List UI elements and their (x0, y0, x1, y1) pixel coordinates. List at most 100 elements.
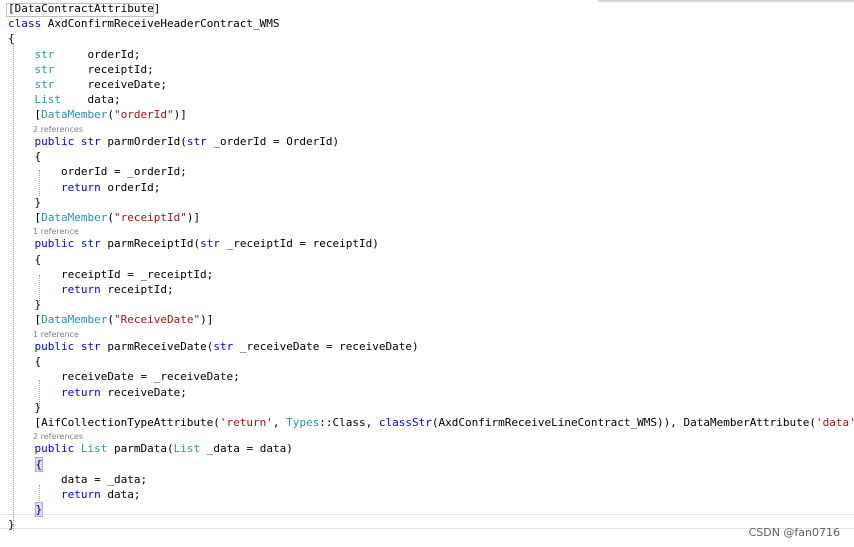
code-token: receiptId; (54, 62, 154, 76)
code-line: } (8, 400, 41, 415)
code-line: [DataMember("orderId")] (8, 107, 187, 122)
matched-brace: } (34, 502, 44, 518)
current-line-highlight (0, 514, 854, 529)
code-token: "receiptId" (113, 210, 187, 224)
code-line: receiveDate = _receiveDate; (8, 369, 240, 384)
code-line: [AifCollectionTypeAttribute('return', Ty… (8, 415, 854, 430)
top-scroll-indicator (598, 0, 854, 2)
code-token: parmReceiveDate( (100, 339, 214, 353)
code-line: class AxdConfirmReceiveHeaderContract_WM… (8, 16, 280, 31)
code-line: { (8, 31, 15, 46)
code-token: str (80, 134, 101, 148)
code-lens-text[interactable]: 2 references (33, 432, 83, 441)
code-token: )] (173, 108, 187, 122)
code-token: { (8, 150, 42, 164)
code-line: return receiptId; (8, 282, 174, 297)
code-token: str (200, 237, 220, 251)
code-token: { (8, 355, 42, 369)
code-token: AxdConfirmReceiveHeaderContract_WMS (41, 17, 280, 31)
code-token: Types (286, 415, 320, 429)
code-line: return data; (8, 487, 141, 502)
code-token: , (272, 415, 287, 429)
code-token: public (34, 339, 75, 353)
code-token: List (80, 442, 108, 456)
code-lens-text[interactable]: 1 reference (33, 227, 79, 236)
code-editor[interactable]: [DataContractAttribute] class AxdConfirmR… (0, 0, 854, 547)
matched-brace: { (34, 456, 44, 472)
code-token: receiveDate; (54, 78, 167, 91)
code-token: public (34, 237, 75, 251)
code-line: str receiptId; (8, 62, 154, 77)
code-token: str (34, 62, 55, 76)
code-token: public (34, 442, 75, 456)
code-token: return (60, 488, 101, 501)
code-token: receiptId; (100, 283, 174, 296)
code-token: str (34, 78, 55, 91)
code-line: [DataContractAttribute] (8, 1, 160, 16)
code-token: orderId = _orderId; (8, 165, 187, 179)
code-token: [DataContractAttribute] (8, 2, 161, 15)
code-token: (AxdConfirmReceiveLineContract_WMS)), Da… (431, 415, 816, 429)
code-token: str (80, 237, 101, 251)
code-line: public List parmData(List _data = data) (8, 441, 293, 456)
code-token: [ (8, 108, 42, 122)
code-line: public str parmReceiptId(str _receiptId … (8, 236, 379, 251)
code-token: receiveDate = _receiveDate; (8, 370, 240, 384)
code-token: DataMember (41, 313, 108, 327)
code-token: public (34, 134, 75, 148)
code-line: [DataMember("ReceiveDate")] (8, 312, 213, 327)
code-line: } (8, 517, 15, 532)
code-lens-text[interactable]: 1 reference (33, 330, 79, 339)
code-token: class (8, 17, 42, 31)
code-token: 'data' (815, 415, 854, 429)
code-token: { (8, 252, 42, 266)
code-token: DataMember (41, 108, 108, 122)
code-token: str (80, 339, 101, 353)
code-token: parmReceiptId( (100, 237, 201, 251)
code-line: return receiveDate; (8, 385, 187, 400)
code-token: data = _data; (8, 472, 148, 486)
code-line: str receiveDate; (8, 77, 167, 92)
code-token: )] (186, 210, 201, 224)
code-token: [AifCollectionTypeAttribute( (8, 415, 220, 429)
code-token: } (8, 195, 42, 209)
code-token: receiptId = _receiptId; (8, 267, 214, 281)
code-token: } (8, 400, 42, 414)
code-token: ( (107, 210, 114, 224)
code-line: data = _data; (8, 472, 147, 487)
code-token: parmOrderId( (100, 134, 187, 148)
code-token: _orderId = OrderId) (206, 134, 340, 148)
code-token: List (173, 442, 201, 456)
code-line: } (8, 297, 41, 312)
code-token: str (34, 47, 55, 61)
code-token: "orderId" (113, 108, 174, 122)
code-token: orderId; (54, 47, 141, 61)
code-token: } (8, 298, 42, 312)
code-token: 'return' (219, 415, 273, 429)
code-lens-text[interactable]: 2 references (33, 125, 83, 134)
code-line: { (8, 354, 41, 369)
code-line: } (8, 502, 44, 518)
code-token: str (186, 134, 207, 148)
code-token: str (213, 339, 234, 353)
code-line: List data; (8, 92, 121, 107)
code-token: ( (107, 108, 114, 122)
code-token: return (60, 385, 101, 399)
code-token: _data = data) (200, 442, 293, 456)
code-token: ( (107, 313, 114, 327)
code-line: { (8, 252, 41, 267)
code-token: _receiptId = receiptId) (219, 237, 379, 251)
